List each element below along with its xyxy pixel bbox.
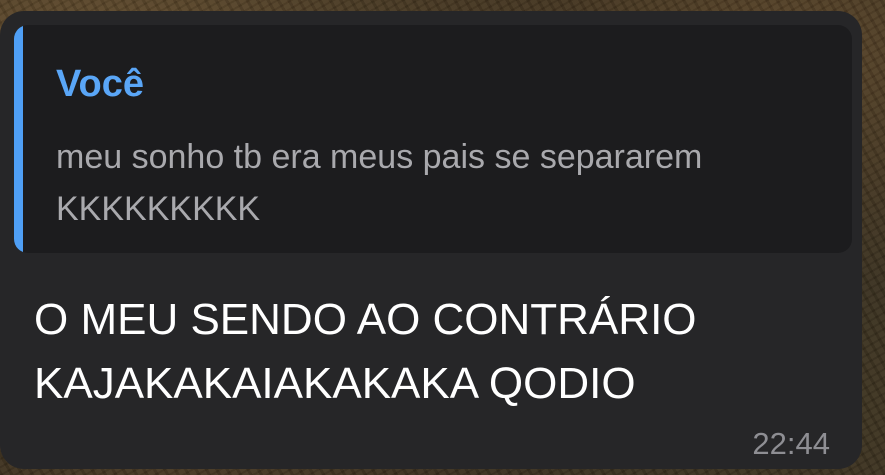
- quoted-reply[interactable]: Você meu sonho tb era meus pais se separ…: [14, 25, 852, 253]
- message-timestamp: 22:44: [752, 426, 830, 461]
- reply-author-name: Você: [56, 63, 145, 105]
- message-text: O MEU SENDO AO CONTRÁRIO KAJAKAKAIAKAKAK…: [34, 295, 697, 408]
- message-bubble[interactable]: Você meu sonho tb era meus pais se separ…: [0, 11, 862, 469]
- reply-message-text: meu sonho tb era meus pais se separarem …: [56, 138, 703, 228]
- reply-accent-bar: [14, 25, 23, 253]
